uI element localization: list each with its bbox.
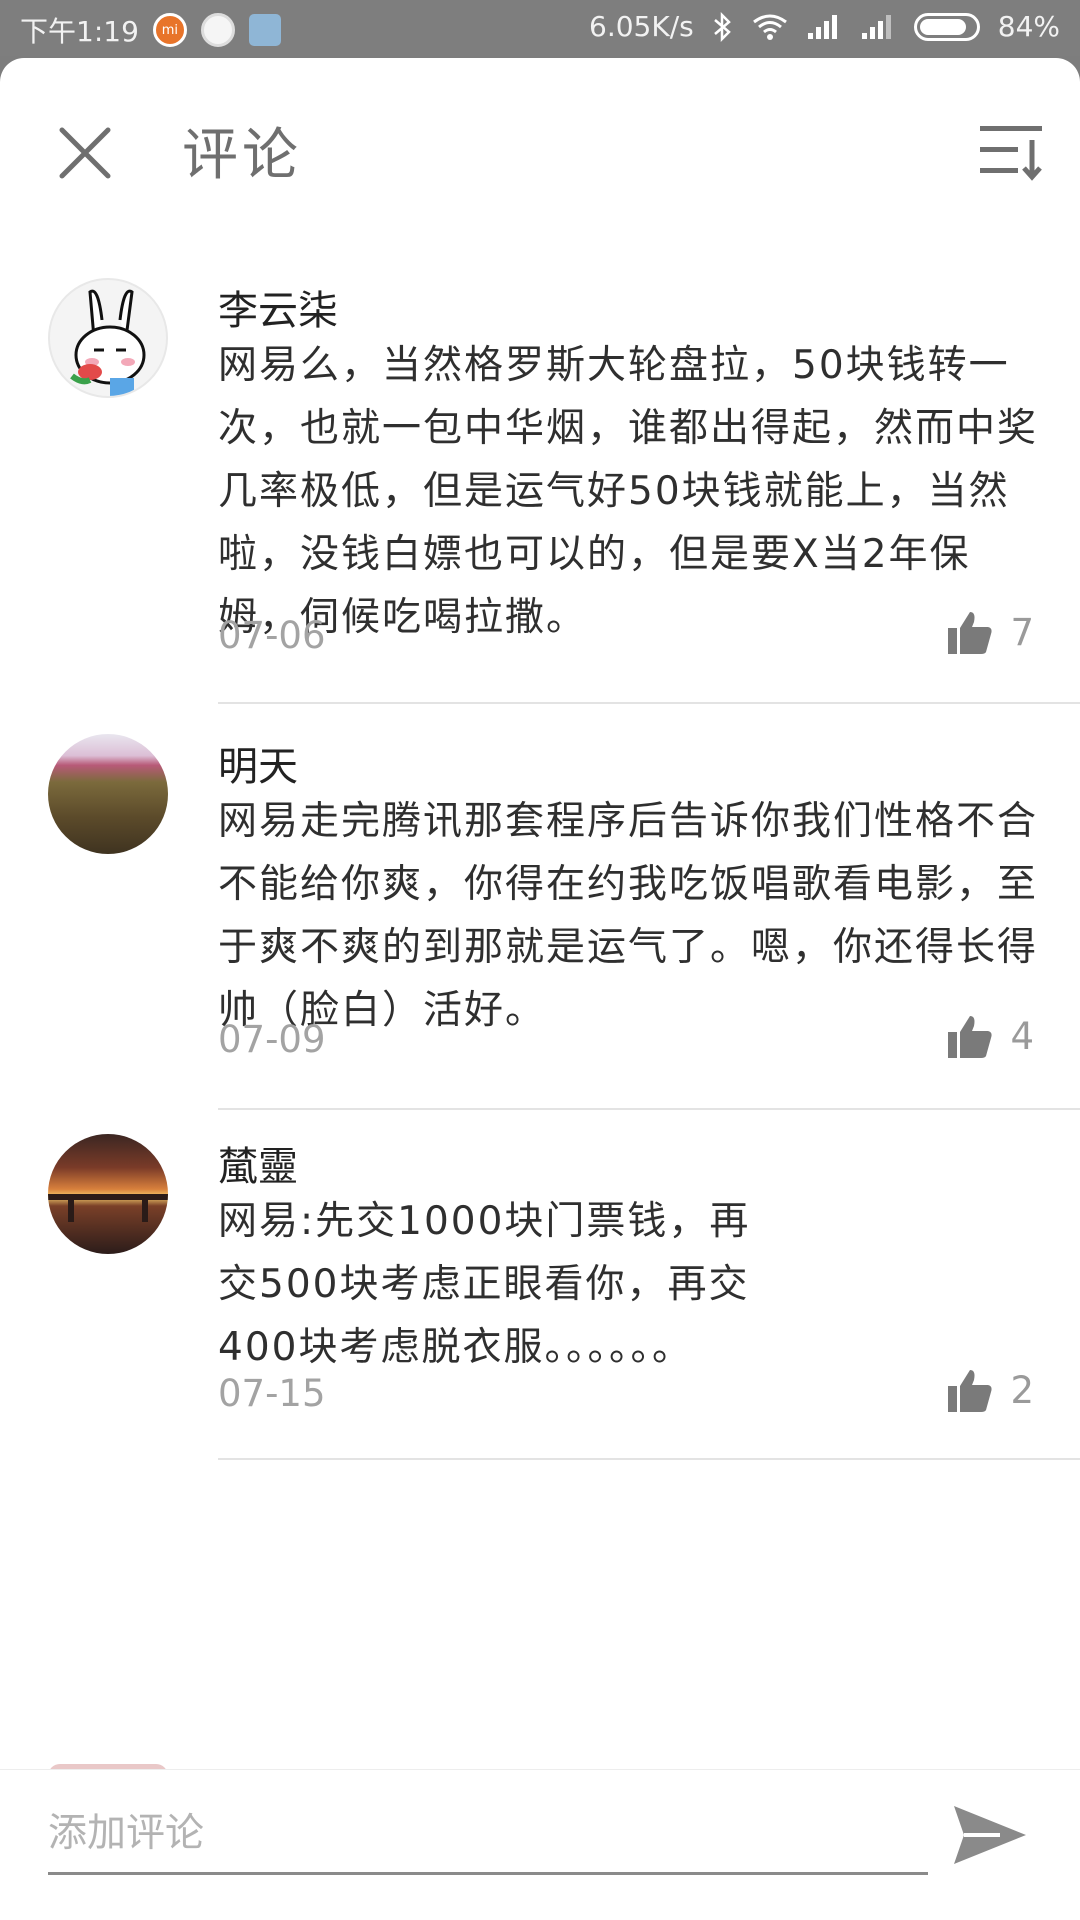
comment-date: 07-09 <box>218 1018 326 1061</box>
thumbs-up-icon <box>948 1370 993 1412</box>
comment-composer <box>0 1769 1080 1920</box>
like-count: 7 <box>1010 610 1034 654</box>
like-count: 4 <box>1010 1014 1034 1058</box>
status-left: 下午1:19 mi <box>20 10 281 50</box>
like-button[interactable]: 2 <box>946 1366 1034 1414</box>
sheet-header: 评论 <box>0 58 1080 228</box>
divider <box>218 1458 1080 1460</box>
sort-icon[interactable] <box>976 116 1046 186</box>
page-title: 评论 <box>182 123 302 188</box>
camera-app-icon <box>200 13 235 47</box>
comment-author[interactable]: 李云柒 <box>218 278 338 336</box>
signal-icon-1 <box>807 14 837 39</box>
avatar[interactable] <box>48 278 168 398</box>
message-app-icon <box>248 14 281 46</box>
avatar[interactable] <box>48 734 168 854</box>
comment-input[interactable] <box>48 1800 928 1875</box>
like-count: 2 <box>1010 1368 1034 1412</box>
close-icon[interactable] <box>50 118 120 188</box>
like-button[interactable]: 4 <box>946 1012 1034 1060</box>
battery-percent: 84% <box>997 10 1060 43</box>
status-right: 6.05K/s 84% <box>589 10 1060 43</box>
network-speed: 6.05K/s <box>589 10 694 43</box>
bluetooth-icon <box>713 11 731 42</box>
divider <box>218 702 1080 704</box>
divider <box>218 1108 1080 1110</box>
mi-app-icon: mi <box>152 13 187 47</box>
rabbit-avatar-icon <box>70 289 146 396</box>
comment-text: 网易:先交1000块门票钱，再交500块考虑正眼看你，再交400块考虑脱衣服。。… <box>218 1199 751 1370</box>
comment-text: 网易么，当然格罗斯大轮盘拉，50块钱转一次，也就一包中华烟，谁都出得起，然而中奖… <box>218 343 1039 640</box>
thumbs-up-icon <box>948 1016 993 1058</box>
like-button[interactable]: 7 <box>946 608 1034 656</box>
comment-date: 07-06 <box>218 614 326 657</box>
comment-author[interactable]: 檒靈 <box>218 1134 298 1192</box>
status-time: 下午1:19 <box>20 15 139 48</box>
signal-icon-2 <box>861 14 891 39</box>
bridge-silhouette <box>48 1194 168 1222</box>
wifi-icon <box>752 14 787 40</box>
thumbs-up-icon <box>948 612 993 654</box>
comment-date: 07-15 <box>218 1372 326 1415</box>
mi-icon-label: mi <box>161 22 179 38</box>
comment-text: 网易走完腾讯那套程序后告诉你我们性格不合不能给你爽，你得在约我吃饭唱歌看电影，至… <box>218 799 1039 1033</box>
status-bar: 下午1:19 mi 6.05K/s 84% <box>0 0 1080 56</box>
send-icon[interactable] <box>950 1800 1030 1870</box>
comments-sheet: 评论 李云柒 网易么，当然格罗斯大轮盘拉，50块钱转一次，也就一包中华烟，谁都出… <box>0 58 1080 1920</box>
avatar[interactable] <box>48 1134 168 1254</box>
battery-icon <box>913 12 980 41</box>
comment-author[interactable]: 明天 <box>218 734 298 792</box>
